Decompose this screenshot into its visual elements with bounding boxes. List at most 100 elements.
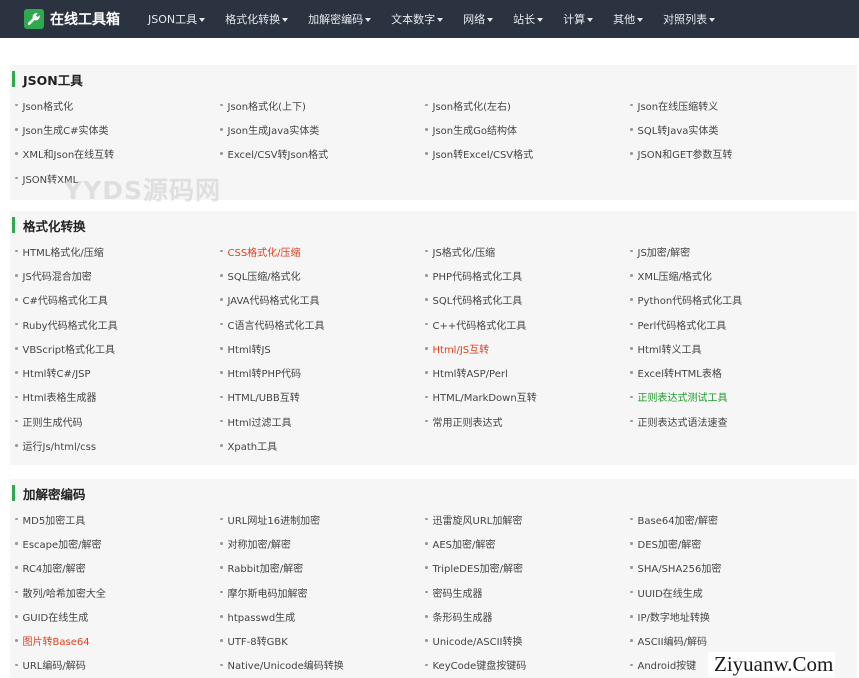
tool-link-label: Json格式化 [22,101,74,113]
nav-menu-item[interactable]: 文本数字 [381,0,453,38]
tool-link[interactable]: Excel转HTML表格 [630,360,835,384]
tool-link[interactable]: Python代码格式化工具 [630,288,835,312]
tool-link[interactable]: UTF-8转GBK [220,628,425,652]
tool-link-label: Base64加密/解密 [637,515,718,527]
tool-link[interactable]: Unicode/ASCII转换 [425,628,630,652]
tool-link[interactable]: Json格式化 [15,93,220,117]
nav-menu-label: 加解密编码 [308,13,364,26]
tool-link[interactable]: MD5加密工具 [15,507,220,531]
nav-menu-item[interactable]: 网络 [453,0,503,38]
tool-link[interactable]: URL网址16进制加密 [220,507,425,531]
tool-link[interactable]: Json生成C#实体类 [15,117,220,141]
nav-menu-item[interactable]: 站长 [503,0,553,38]
tool-link[interactable]: C++代码格式化工具 [425,312,630,336]
bullet-dot-icon [630,128,633,131]
tool-link[interactable]: KeyCode键盘按键码 [425,653,630,677]
tool-link[interactable]: IP/数字地址转换 [630,604,835,628]
tool-link[interactable]: Html转C#/JSP [15,360,220,384]
tool-link[interactable]: Excel/CSV转Json格式 [220,142,425,166]
tool-link[interactable]: VBScript格式化工具 [15,336,220,360]
tool-link[interactable]: Html转义工具 [630,336,835,360]
tool-link[interactable]: SQL转Java实体类 [630,117,835,141]
tool-link[interactable]: Ruby代码格式化工具 [15,312,220,336]
tool-link[interactable]: CSS格式化/压缩 [220,239,425,263]
tool-link[interactable]: Xpath工具 [220,433,425,457]
tool-link[interactable]: DES加密/解密 [630,531,835,555]
tool-link[interactable]: Escape加密/解密 [15,531,220,555]
tool-link[interactable]: htpasswd生成 [220,604,425,628]
tool-link[interactable]: Html/JS互转 [425,336,630,360]
tool-link[interactable]: Perl代码格式化工具 [630,312,835,336]
tool-link[interactable]: GUID在线生成 [15,604,220,628]
tool-link[interactable]: AES加密/解密 [425,531,630,555]
tool-link[interactable]: JAVA代码格式化工具 [220,288,425,312]
tool-link[interactable]: C语言代码格式化工具 [220,312,425,336]
section-format-convert: 格式化转换 HTML格式化/压缩 CSS格式化/压缩 JS格式化/压缩 JS加密/解密… [10,211,857,465]
tool-link[interactable]: JSON转XML [15,166,220,190]
tool-link[interactable]: C#代码格式化工具 [15,288,220,312]
tool-link[interactable]: Json转Excel/CSV格式 [425,142,630,166]
caret-down-icon [199,17,206,22]
tool-link-label: Ruby代码格式化工具 [22,320,118,332]
tool-link[interactable]: JSON和GET参数互转 [630,142,835,166]
nav-menu-item[interactable]: 其他 [603,0,653,38]
tool-link[interactable]: RC4加密/解密 [15,556,220,580]
bullet-dot-icon [220,322,223,326]
tool-link[interactable]: HTML/MarkDown互转 [425,385,630,409]
tool-link[interactable]: ASCII编码/解码 [630,628,835,652]
nav-menu-item[interactable]: 加解密编码 [298,0,381,38]
nav-menu-item[interactable]: 格式化转换 [215,0,298,38]
tool-link[interactable]: 常用正则表达式 [425,409,630,433]
tool-link[interactable]: HTML/UBB互转 [220,385,425,409]
tool-link[interactable]: 正则生成代码 [15,409,220,433]
bullet-dot-icon [425,347,428,350]
tool-link[interactable]: HTML格式化/压缩 [15,239,220,263]
tool-link[interactable]: Native/Unicode编码转换 [220,653,425,677]
nav-menu-item[interactable]: 对照列表 [653,0,725,38]
tool-link[interactable]: 密码生成器 [425,580,630,604]
tool-link[interactable]: JS代码混合加密 [15,263,220,287]
nav-menu-item[interactable]: JSON工具 [138,0,215,38]
tool-link[interactable]: Json生成Java实体类 [220,117,425,141]
nav-menu-item[interactable]: 计算 [553,0,603,38]
top-navbar: 在线工具箱 JSON工具 格式化转换 加解密编码 文本数字 网络 站长 计算 其他 对照列表 [0,0,859,38]
tool-link[interactable]: 对称加密/解密 [220,531,425,555]
tool-link-label: 摩尔斯电码加解密 [227,588,308,600]
tool-link[interactable]: URL编码/解码 [15,653,220,677]
tool-link[interactable]: 正则表达式语法速查 [630,409,835,433]
tool-link[interactable]: Html过滤工具 [220,409,425,433]
tool-link[interactable]: 散列/哈希加密大全 [15,580,220,604]
bullet-dot-icon [15,566,18,569]
tool-link[interactable]: Html转JS [220,336,425,360]
tool-link[interactable]: 运行Js/html/css [15,433,220,457]
tool-link[interactable]: Rabbit加密/解密 [220,556,425,580]
tool-link[interactable]: XML和Json在线互转 [15,142,220,166]
bullet-dot-icon [220,347,223,350]
tool-link[interactable]: 摩尔斯电码加解密 [220,580,425,604]
tool-link[interactable]: SHA/SHA256加密 [630,556,835,580]
tool-link[interactable]: Base64加密/解密 [630,507,835,531]
tool-link[interactable]: JS加密/解密 [630,239,835,263]
tool-link[interactable]: UUID在线生成 [630,580,835,604]
tool-link[interactable]: JS格式化/压缩 [425,239,630,263]
tool-link[interactable]: Json在线压缩转义 [630,93,835,117]
tool-link[interactable]: Html转PHP代码 [220,360,425,384]
tool-link[interactable]: PHP代码格式化工具 [425,263,630,287]
tool-link[interactable]: XML压缩/格式化 [630,263,835,287]
tool-link-label: HTML/MarkDown互转 [432,393,537,405]
tool-link[interactable]: Html转ASP/Perl [425,360,630,384]
tool-link[interactable]: Html表格生成器 [15,385,220,409]
tool-link[interactable]: Json格式化(上下) [220,93,425,117]
tool-link[interactable]: Json格式化(左右) [425,93,630,117]
tool-link[interactable]: Json生成Go结构体 [425,117,630,141]
tool-link-label: IP/数字地址转换 [637,612,710,624]
tool-link[interactable]: SQL压缩/格式化 [220,263,425,287]
tool-link[interactable]: TripleDES加密/解密 [425,556,630,580]
tool-link-label: SQL压缩/格式化 [227,271,301,283]
tool-link[interactable]: SQL代码格式化工具 [425,288,630,312]
tool-link[interactable]: 图片转Base64 [15,628,220,652]
brand-logo[interactable]: 在线工具箱 [0,0,138,38]
tool-link[interactable]: 正则表达式测试工具 [630,385,835,409]
tool-link[interactable]: 迅雷旋风URL加解密 [425,507,630,531]
tool-link[interactable]: 条形码生成器 [425,604,630,628]
